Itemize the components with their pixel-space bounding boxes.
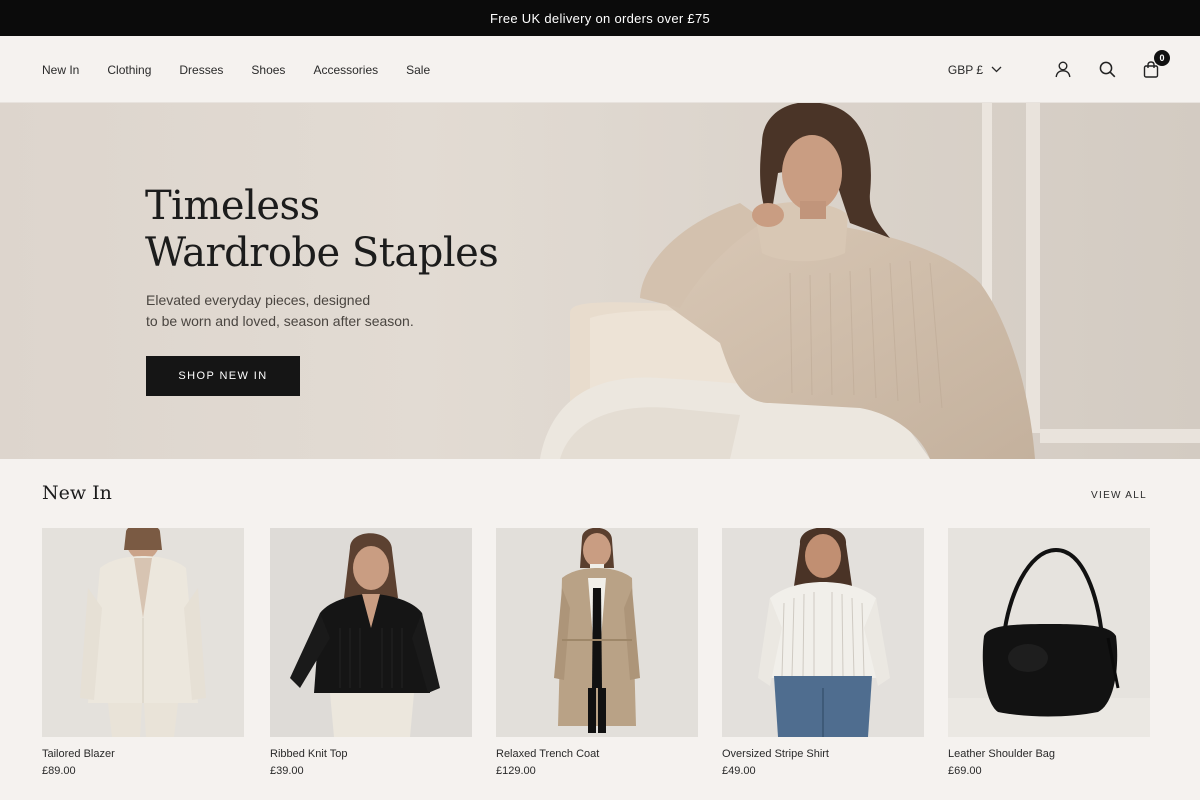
search-icon: [1099, 61, 1115, 78]
header-actions: GBP £ 0: [948, 36, 1170, 103]
product-price: £39.00: [270, 765, 304, 777]
product-card-relaxed-trench-coat[interactable]: Relaxed Trench Coat £129.00: [496, 528, 698, 777]
nav-item-accessories[interactable]: Accessories: [313, 63, 378, 77]
hero-banner: Timeless Wardrobe Staples Elevated every…: [0, 103, 1200, 459]
nav-item-shoes[interactable]: Shoes: [251, 63, 285, 77]
product-name[interactable]: Leather Shoulder Bag: [948, 748, 1150, 760]
section-title-new-in: New In: [42, 482, 112, 504]
cart-button[interactable]: 0: [1140, 49, 1170, 81]
product-image[interactable]: [948, 528, 1150, 737]
nav-item-dresses[interactable]: Dresses: [179, 63, 223, 77]
product-price: £129.00: [496, 765, 536, 777]
product-card-leather-shoulder-bag[interactable]: Leather Shoulder Bag £69.00: [948, 528, 1150, 777]
product-image[interactable]: [42, 528, 244, 737]
product-price: £49.00: [722, 765, 756, 777]
currency-label: GBP £: [947, 62, 983, 77]
product-name[interactable]: Oversized Stripe Shirt: [722, 748, 924, 760]
product-name[interactable]: Ribbed Knit Top: [270, 748, 472, 760]
product-name[interactable]: Tailored Blazer: [42, 748, 244, 760]
promo-bar: Free UK delivery on orders over £75: [0, 0, 1200, 36]
product-card-ribbed-knit-top[interactable]: Ribbed Knit Top £39.00: [270, 528, 472, 777]
nav-item-sale[interactable]: Sale: [406, 63, 430, 77]
shop-new-in-button[interactable]: SHOP NEW IN: [146, 356, 300, 396]
main-nav: New In Clothing Dresses Shoes Accessorie…: [42, 36, 458, 103]
hero-subtitle-line-1: Elevated everyday pieces, designed: [146, 292, 371, 308]
hero-title-line-2: Wardrobe Staples: [145, 230, 499, 276]
product-photo-knit-top: [270, 528, 472, 737]
product-photo-shoulder-bag: [948, 528, 1150, 737]
account-icon: [1055, 61, 1071, 78]
product-photo-stripe-shirt: [722, 528, 924, 737]
site-header: New In Clothing Dresses Shoes Accessorie…: [0, 36, 1200, 103]
product-photo-blazer: [42, 528, 244, 737]
cart-count-badge: 0: [1154, 49, 1170, 66]
product-card-tailored-blazer[interactable]: Tailored Blazer £89.00: [42, 528, 244, 777]
product-photo-trench-coat: [496, 528, 698, 737]
chevron-down-icon: [991, 66, 1002, 73]
view-all-link[interactable]: VIEW ALL: [1091, 490, 1147, 501]
product-grid: Tailored Blazer £89.00 Ribbed Knit Top £…: [42, 528, 1150, 788]
nav-item-clothing[interactable]: Clothing: [107, 63, 151, 77]
product-image[interactable]: [270, 528, 472, 737]
search-button[interactable]: [1096, 59, 1118, 81]
currency-selector[interactable]: GBP £: [948, 63, 1002, 77]
product-price: £89.00: [42, 765, 76, 777]
product-card-oversized-stripe-shirt[interactable]: Oversized Stripe Shirt £49.00: [722, 528, 924, 777]
product-price: £69.00: [948, 765, 982, 777]
nav-item-new-in[interactable]: New In: [42, 63, 79, 77]
hero-image: [530, 103, 1200, 459]
account-button[interactable]: [1052, 59, 1074, 81]
product-image[interactable]: [722, 528, 924, 737]
product-name[interactable]: Relaxed Trench Coat: [496, 748, 698, 760]
hero-title-line-1: Timeless: [145, 183, 320, 229]
product-image[interactable]: [496, 528, 698, 737]
hero-subtitle: Elevated everyday pieces, designed to be…: [146, 290, 414, 332]
promo-text: Free UK delivery on orders over £75: [489, 10, 711, 26]
hero-subtitle-line-2: to be worn and loved, season after seaso…: [146, 313, 414, 329]
hero-title: Timeless Wardrobe Staples: [145, 183, 499, 277]
